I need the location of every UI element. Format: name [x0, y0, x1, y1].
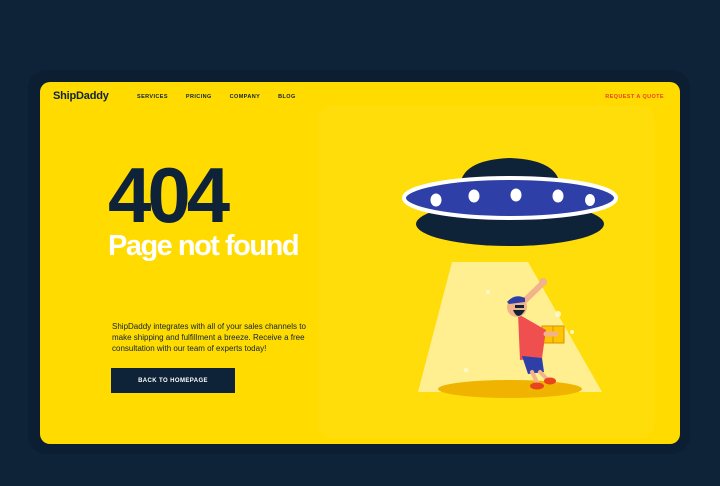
nav-item-services[interactable]: SERVICES — [137, 94, 168, 100]
error-title: Page not found — [108, 230, 300, 262]
error-code: 404 — [108, 151, 230, 239]
brand-logo[interactable]: ShipDaddy — [53, 90, 109, 102]
back-to-homepage-button[interactable]: BACK TO HOMEPAGE — [111, 368, 235, 393]
ufo-abduction-illustration — [318, 106, 654, 438]
nav-item-blog[interactable]: BLOG — [278, 94, 296, 100]
nav-item-company[interactable]: COMPANY — [230, 94, 261, 100]
page-screen: ShipDaddy SERVICES PRICING COMPANY BLOG … — [40, 82, 680, 444]
main-nav: SERVICES PRICING COMPANY BLOG — [137, 94, 314, 100]
nav-item-pricing[interactable]: PRICING — [186, 94, 212, 100]
request-quote-link[interactable]: REQUEST A QUOTE — [605, 94, 664, 100]
error-description: ShipDaddy integrates with all of your sa… — [112, 322, 306, 353]
